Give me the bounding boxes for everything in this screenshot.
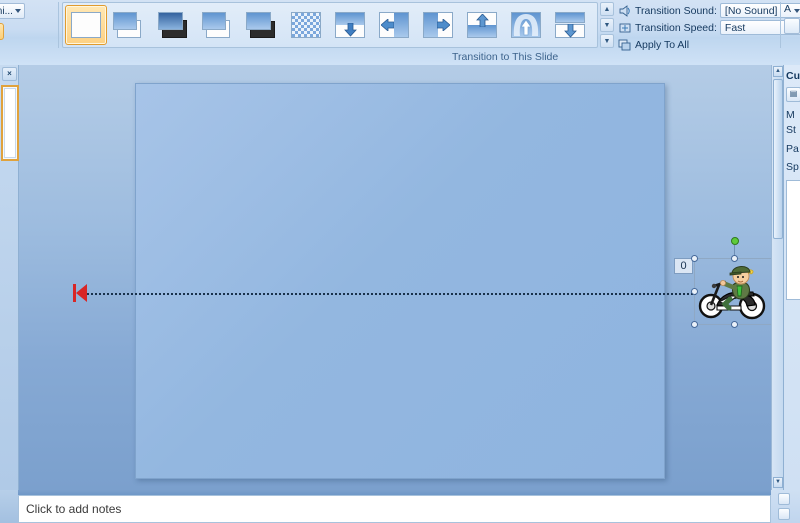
- down-arrow-glyph: [344, 23, 357, 37]
- two-slides-fade-icon: [201, 11, 235, 39]
- arrow-left-icon: [377, 11, 411, 39]
- custom-animation-button[interactable]: on: [0, 23, 4, 40]
- down-arrow-glyph: [564, 24, 577, 38]
- transition-tile-cut[interactable]: [109, 5, 151, 45]
- view-button-2[interactable]: [778, 508, 790, 520]
- transition-gallery[interactable]: [62, 2, 598, 48]
- gallery-scroll-up-button[interactable]: ▲: [600, 2, 614, 16]
- transition-speed-label: Transition Speed:: [635, 21, 717, 34]
- task-pane-change-button[interactable]: ▤: [786, 87, 800, 102]
- task-pane-row-speed: Sp: [786, 161, 799, 173]
- chevron-down-icon: [15, 9, 21, 13]
- slide-canvas[interactable]: [135, 83, 665, 479]
- resize-handle-bottom-left[interactable]: [691, 321, 698, 328]
- arrow-down-fill-icon: [333, 11, 367, 39]
- transition-sound-row: Transition Sound: [No Sound]: [618, 3, 800, 18]
- wedge-glyph: [513, 14, 539, 36]
- checkerboard-icon: [289, 11, 323, 39]
- selected-clipart-object[interactable]: [691, 237, 778, 328]
- arrow-up-icon: [465, 11, 499, 39]
- uncover-down-icon: [553, 11, 587, 39]
- speed-icon: [618, 21, 632, 35]
- rotate-handle[interactable]: [731, 237, 739, 245]
- transition-tile-fade-smoothly[interactable]: [197, 5, 239, 45]
- custom-animation-group: om Ani... on ns: [0, 0, 28, 50]
- right-cut-label: A: [784, 3, 792, 15]
- animate-dropdown[interactable]: om Ani...: [0, 3, 25, 19]
- transition-tile-wipe-left[interactable]: [373, 5, 415, 45]
- apply-to-all-label[interactable]: Apply To All: [635, 39, 689, 51]
- transition-speed-value: Fast: [724, 22, 746, 34]
- arrow-right-icon: [421, 11, 455, 39]
- right-cut-group: A: [782, 0, 800, 50]
- notes-right-gutter: [771, 490, 800, 523]
- transition-speed-row: Transition Speed: Fast: [618, 20, 800, 35]
- scooter-rider-clipart-icon: [697, 261, 771, 322]
- view-button-1[interactable]: [778, 493, 790, 505]
- resize-handle-bottom-center[interactable]: [731, 321, 738, 328]
- transition-tile-no-transition[interactable]: [65, 5, 107, 45]
- motion-path-line[interactable]: [84, 293, 696, 295]
- ribbon-separator: [780, 2, 781, 48]
- transition-tile-cut-through-black[interactable]: [153, 5, 195, 45]
- transition-tile-wipe-down[interactable]: [329, 5, 371, 45]
- right-cut-button[interactable]: [784, 18, 800, 34]
- task-pane-title: Cu: [786, 70, 800, 82]
- powerpoint-window: om Ani... on ns: [0, 0, 800, 523]
- scrollbar-thumb[interactable]: [773, 79, 783, 239]
- task-pane-row-modify: M: [786, 109, 795, 121]
- ribbon: om Ani... on ns: [0, 0, 800, 66]
- animation-order-tag[interactable]: 0: [674, 258, 693, 274]
- notes-left-gutter: [0, 490, 18, 523]
- scroll-down-icon[interactable]: ▼: [773, 477, 783, 488]
- wedge-open-icon: [509, 11, 543, 39]
- transition-tile-fade-through-black[interactable]: [241, 5, 283, 45]
- transition-sound-value: [No Sound]: [724, 5, 778, 17]
- transition-tile-dissolve[interactable]: [285, 5, 327, 45]
- animation-list[interactable]: [786, 180, 800, 300]
- two-slides-light-icon: [113, 11, 147, 39]
- motion-path-end-marker[interactable]: [73, 284, 89, 302]
- resize-handle-top-center[interactable]: [731, 255, 738, 262]
- blank-slide-icon: [69, 11, 103, 39]
- ribbon-separator: [58, 2, 59, 48]
- transition-tile-wedge[interactable]: [505, 5, 547, 45]
- slide-thumbnail-pane[interactable]: ×: [0, 65, 19, 490]
- close-icon[interactable]: ×: [2, 67, 17, 81]
- gallery-scroll-down-button[interactable]: ▼: [600, 18, 614, 32]
- resize-handle-top-left[interactable]: [691, 255, 698, 262]
- two-slides-black-icon: [157, 11, 191, 39]
- animate-dropdown-label: om Ani...: [0, 6, 13, 17]
- gallery-scroller[interactable]: ▲ ▼ ▼: [600, 2, 614, 48]
- transition-tile-wipe-up[interactable]: [461, 5, 503, 45]
- transition-tile-uncover-down[interactable]: [549, 5, 591, 45]
- up-arrow-glyph: [476, 14, 489, 27]
- ribbon-group-labels: Transition to This Slide: [0, 50, 800, 65]
- scroll-up-icon[interactable]: ▲: [773, 66, 783, 77]
- resize-handle-middle-left[interactable]: [691, 288, 698, 295]
- notes-placeholder[interactable]: Click to add notes: [18, 495, 771, 523]
- transition-options: Transition Sound: [No Sound] Transition …: [618, 2, 800, 51]
- left-arrow-glyph: [381, 19, 394, 31]
- task-pane-row-start: St: [786, 124, 796, 136]
- slide-thumbnail-1[interactable]: [1, 85, 19, 161]
- gallery-more-button[interactable]: ▼: [600, 34, 614, 48]
- transition-group-label: Transition to This Slide: [452, 51, 559, 63]
- transition-tile-wipe-right[interactable]: [417, 5, 459, 45]
- sound-icon: [618, 4, 632, 18]
- task-pane-row-path: Pa: [786, 143, 799, 155]
- two-slides-fade-black-icon: [245, 11, 279, 39]
- transition-sound-label: Transition Sound:: [635, 4, 717, 17]
- right-arrow-glyph: [437, 19, 450, 31]
- custom-animation-task-pane: Cu ▤ M St Pa Sp: [783, 65, 800, 490]
